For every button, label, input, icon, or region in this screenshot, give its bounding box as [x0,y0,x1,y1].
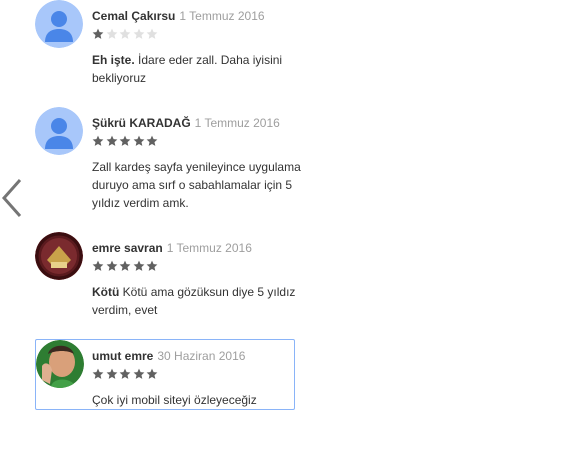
previous-button[interactable] [0,176,28,220]
star-filled-icon [106,135,117,146]
review-item: Cemal Çakırsu 1 Temmuz 2016 Eh işte. İdar… [35,0,295,100]
star-filled-icon [92,260,104,271]
review-meta: Şükrü KARADAĞ 1 Temmuz 2016 [92,116,280,130]
default-avatar-icon [35,0,83,48]
review-date: 1 Temmuz 2016 [179,9,265,23]
star-empty-icon [146,28,158,39]
chevron-left-icon [1,179,22,217]
star-filled-icon [146,135,158,146]
star-filled-icon [133,368,144,379]
star-rating [92,28,160,40]
review-date: 30 Haziran 2016 [157,349,246,363]
star-rating [92,135,160,147]
avatar [36,340,84,388]
star-empty-icon [133,28,144,39]
star-filled-icon [92,28,104,39]
review-text: Çok iyi mobil siteyi özleyeceğiz [92,391,307,409]
avatar [35,232,83,280]
avatar [35,0,83,48]
review-title: Eh işte. [92,53,135,67]
star-filled-icon [106,368,117,379]
review-meta: emre savran 1 Temmuz 2016 [92,241,252,255]
photo-avatar [36,340,84,388]
star-filled-icon [146,260,158,271]
star-filled-icon [106,260,117,271]
star-rating [92,368,160,380]
review-author[interactable]: Şükrü KARADAĞ [92,116,191,130]
star-filled-icon [119,368,131,379]
review-date: 1 Temmuz 2016 [194,116,280,130]
default-avatar-icon [35,107,83,155]
review-body: Çok iyi mobil siteyi özleyeceğiz [92,393,257,407]
star-filled-icon [92,368,104,379]
avatar [35,107,83,155]
review-text: Kötü Kötü ama gözüksun diye 5 yıldız ver… [92,283,307,319]
review-meta: umut emre 30 Haziran 2016 [92,349,245,363]
review-body: Kötü ama gözüksun diye 5 yıldız verdim, … [92,285,296,317]
review-author[interactable]: emre savran [92,241,163,255]
star-filled-icon [92,135,104,146]
review-item-selected[interactable]: umut emre 30 Haziran 2016 Çok iyi mobil s… [35,339,295,410]
review-meta: Cemal Çakırsu 1 Temmuz 2016 [92,9,265,23]
star-empty-icon [106,28,117,39]
star-filled-icon [133,135,144,146]
review-date: 1 Temmuz 2016 [166,241,252,255]
star-filled-icon [119,135,131,146]
review-text: Zall kardeş sayfa yenileyince uygulama d… [92,158,307,212]
star-filled-icon [146,368,158,379]
review-item: emre savran 1 Temmuz 2016 Kötü Kötü ama g… [35,232,295,332]
star-rating [92,260,160,272]
photo-avatar [35,232,83,280]
star-filled-icon [119,260,131,271]
star-filled-icon [133,260,144,271]
review-title: Kötü [92,285,120,299]
review-body: Zall kardeş sayfa yenileyince uygulama d… [92,160,301,210]
review-text: Eh işte. İdare eder zall. Daha iyisini b… [92,51,307,87]
review-author[interactable]: Cemal Çakırsu [92,9,175,23]
review-item: Şükrü KARADAĞ 1 Temmuz 2016 Zall kardeş s… [35,107,301,227]
star-empty-icon [119,28,131,39]
review-author[interactable]: umut emre [92,349,153,363]
